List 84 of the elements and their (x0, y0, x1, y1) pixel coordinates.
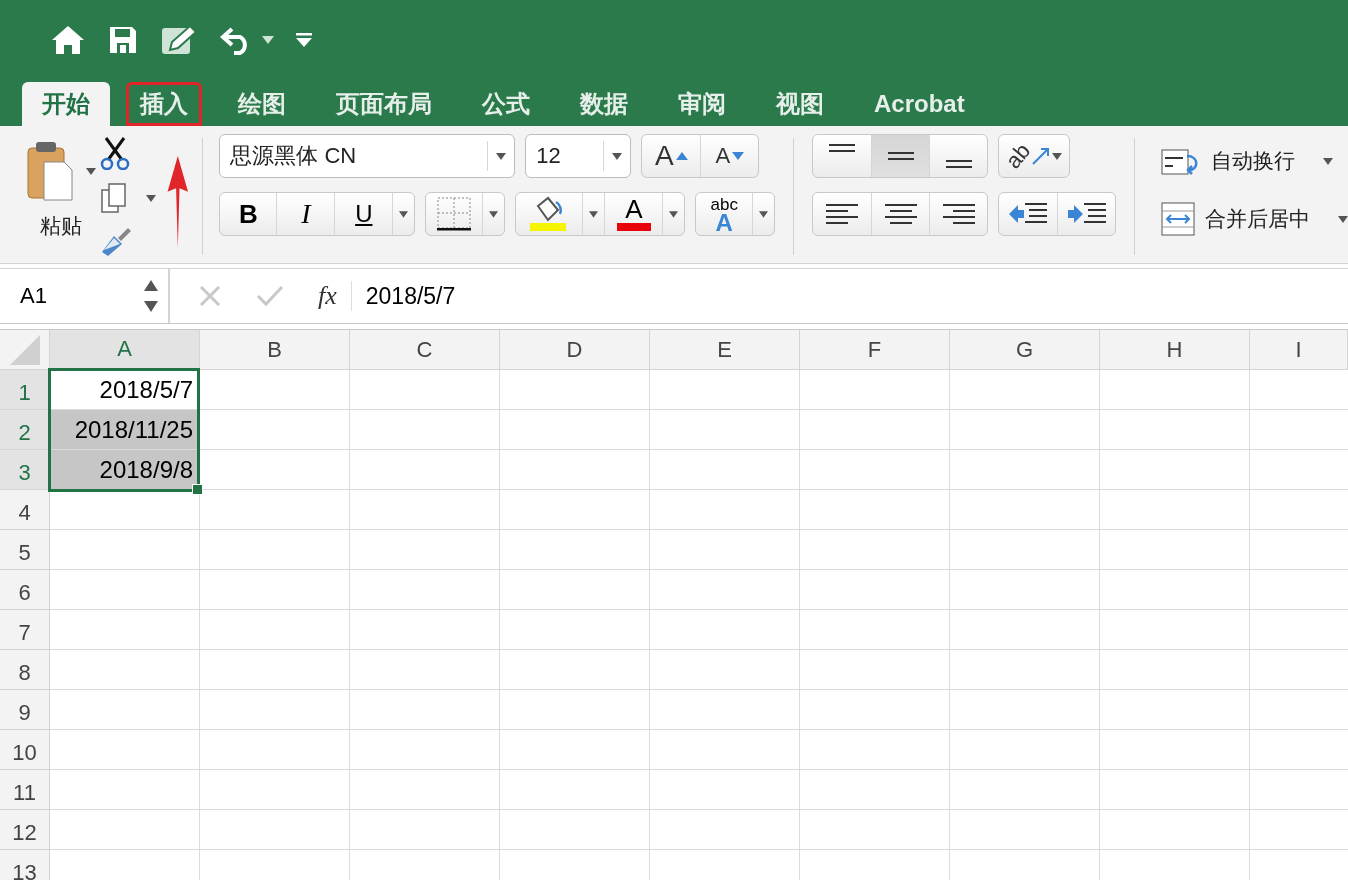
save-icon[interactable] (108, 25, 138, 55)
scissors-icon[interactable] (99, 136, 130, 170)
increase-font-button[interactable]: A (642, 135, 701, 177)
row-header[interactable]: 12 (0, 810, 50, 850)
align-top-icon (829, 144, 856, 152)
ribbon-tab[interactable]: 开始 (22, 82, 110, 126)
paste-label[interactable]: 粘贴 (18, 212, 82, 240)
caret-icon[interactable] (489, 210, 499, 218)
merge-cells-icon (1161, 202, 1195, 236)
row-header[interactable]: 1 (0, 370, 50, 410)
down-triangle-icon (732, 152, 745, 160)
ribbon-tab[interactable]: 公式 (462, 82, 550, 126)
underline-button[interactable]: U (334, 193, 393, 235)
row-header[interactable]: 7 (0, 610, 50, 650)
table-cell[interactable]: 2018/11/25 (50, 410, 200, 450)
ribbon-tab[interactable]: 页面布局 (316, 82, 452, 126)
up-triangle-icon (675, 152, 688, 160)
row-header[interactable]: 8 (0, 650, 50, 690)
column-header[interactable]: D (500, 330, 650, 370)
ribbon-tab[interactable]: 插入 (126, 82, 202, 126)
merge-center-button[interactable]: 合并后居中 (1161, 202, 1348, 236)
caret-icon[interactable] (589, 210, 599, 218)
name-box[interactable]: A1 (0, 269, 170, 323)
column-header[interactable]: E (650, 330, 800, 370)
row-header[interactable]: 3 (0, 450, 50, 490)
column-header[interactable]: C (350, 330, 500, 370)
dropdown-caret-icon[interactable] (496, 152, 507, 160)
stepper-icon[interactable] (144, 278, 158, 314)
caret-icon[interactable] (1052, 152, 1063, 160)
borders-icon (437, 197, 472, 231)
copy-icon[interactable] (99, 182, 128, 214)
ribbon-tab[interactable]: 视图 (756, 82, 844, 126)
align-middle-icon (887, 152, 914, 160)
font-size-field[interactable]: 12 (525, 134, 632, 178)
caret-icon[interactable] (86, 167, 96, 175)
row-header[interactable]: 11 (0, 770, 50, 810)
row-header[interactable]: 5 (0, 530, 50, 570)
row-header[interactable]: 4 (0, 490, 50, 530)
corner-triangle-icon (9, 334, 40, 365)
caret-icon[interactable] (1338, 215, 1348, 223)
customize-toolbar-icon[interactable] (296, 33, 312, 47)
table-cell[interactable]: 2018/9/8 (50, 450, 200, 490)
align-left-icon (825, 202, 860, 226)
diagonal-arrow-icon (1032, 147, 1051, 165)
column-header[interactable]: B (200, 330, 350, 370)
dropdown-caret-icon[interactable] (612, 152, 623, 160)
caret-icon[interactable] (145, 194, 156, 202)
column-header[interactable]: A (50, 330, 200, 370)
caret-icon[interactable] (262, 36, 274, 44)
caret-icon[interactable] (759, 210, 769, 218)
clipboard-icon[interactable] (26, 140, 74, 202)
align-right-icon (941, 202, 976, 226)
fill-bucket-icon (530, 196, 569, 232)
decrease-font-button[interactable]: A (700, 135, 759, 177)
row-header[interactable]: 13 (0, 850, 50, 880)
ribbon-tab[interactable]: Acrobat (854, 82, 985, 126)
caret-icon[interactable] (669, 210, 679, 218)
wrap-text-button[interactable]: 自动换行 (1161, 146, 1348, 176)
caret-icon[interactable] (1323, 157, 1333, 165)
vertical-align-button[interactable] (871, 135, 930, 177)
ribbon-tab[interactable]: 绘图 (218, 82, 306, 126)
column-header[interactable]: H (1100, 330, 1250, 370)
caret-icon[interactable] (399, 210, 409, 218)
ribbon-tab[interactable]: 审阅 (658, 82, 746, 126)
format-painter-icon[interactable] (99, 226, 132, 256)
font-name-field[interactable]: 思源黑体 CN (219, 134, 516, 178)
align-center-icon (883, 202, 918, 226)
orientation-button[interactable]: ab (999, 135, 1070, 177)
column-header[interactable]: G (950, 330, 1100, 370)
insert-function-button[interactable]: fx (318, 281, 352, 311)
row-header[interactable]: 10 (0, 730, 50, 770)
align-bottom-icon (945, 160, 972, 168)
italic-button[interactable]: I (276, 193, 335, 235)
ribbon-tab[interactable]: 数据 (560, 82, 648, 126)
row-header[interactable]: 9 (0, 690, 50, 730)
row-header[interactable]: 2 (0, 410, 50, 450)
fill-handle[interactable] (192, 484, 203, 495)
formula-field[interactable]: 2018/5/7 (365, 282, 456, 310)
column-header[interactable]: F (800, 330, 950, 370)
edit-document-icon[interactable] (160, 24, 198, 56)
bold-button[interactable]: B (220, 193, 277, 235)
column-header[interactable]: I (1250, 330, 1348, 370)
row-header[interactable]: 6 (0, 570, 50, 610)
home-icon[interactable] (50, 23, 86, 57)
